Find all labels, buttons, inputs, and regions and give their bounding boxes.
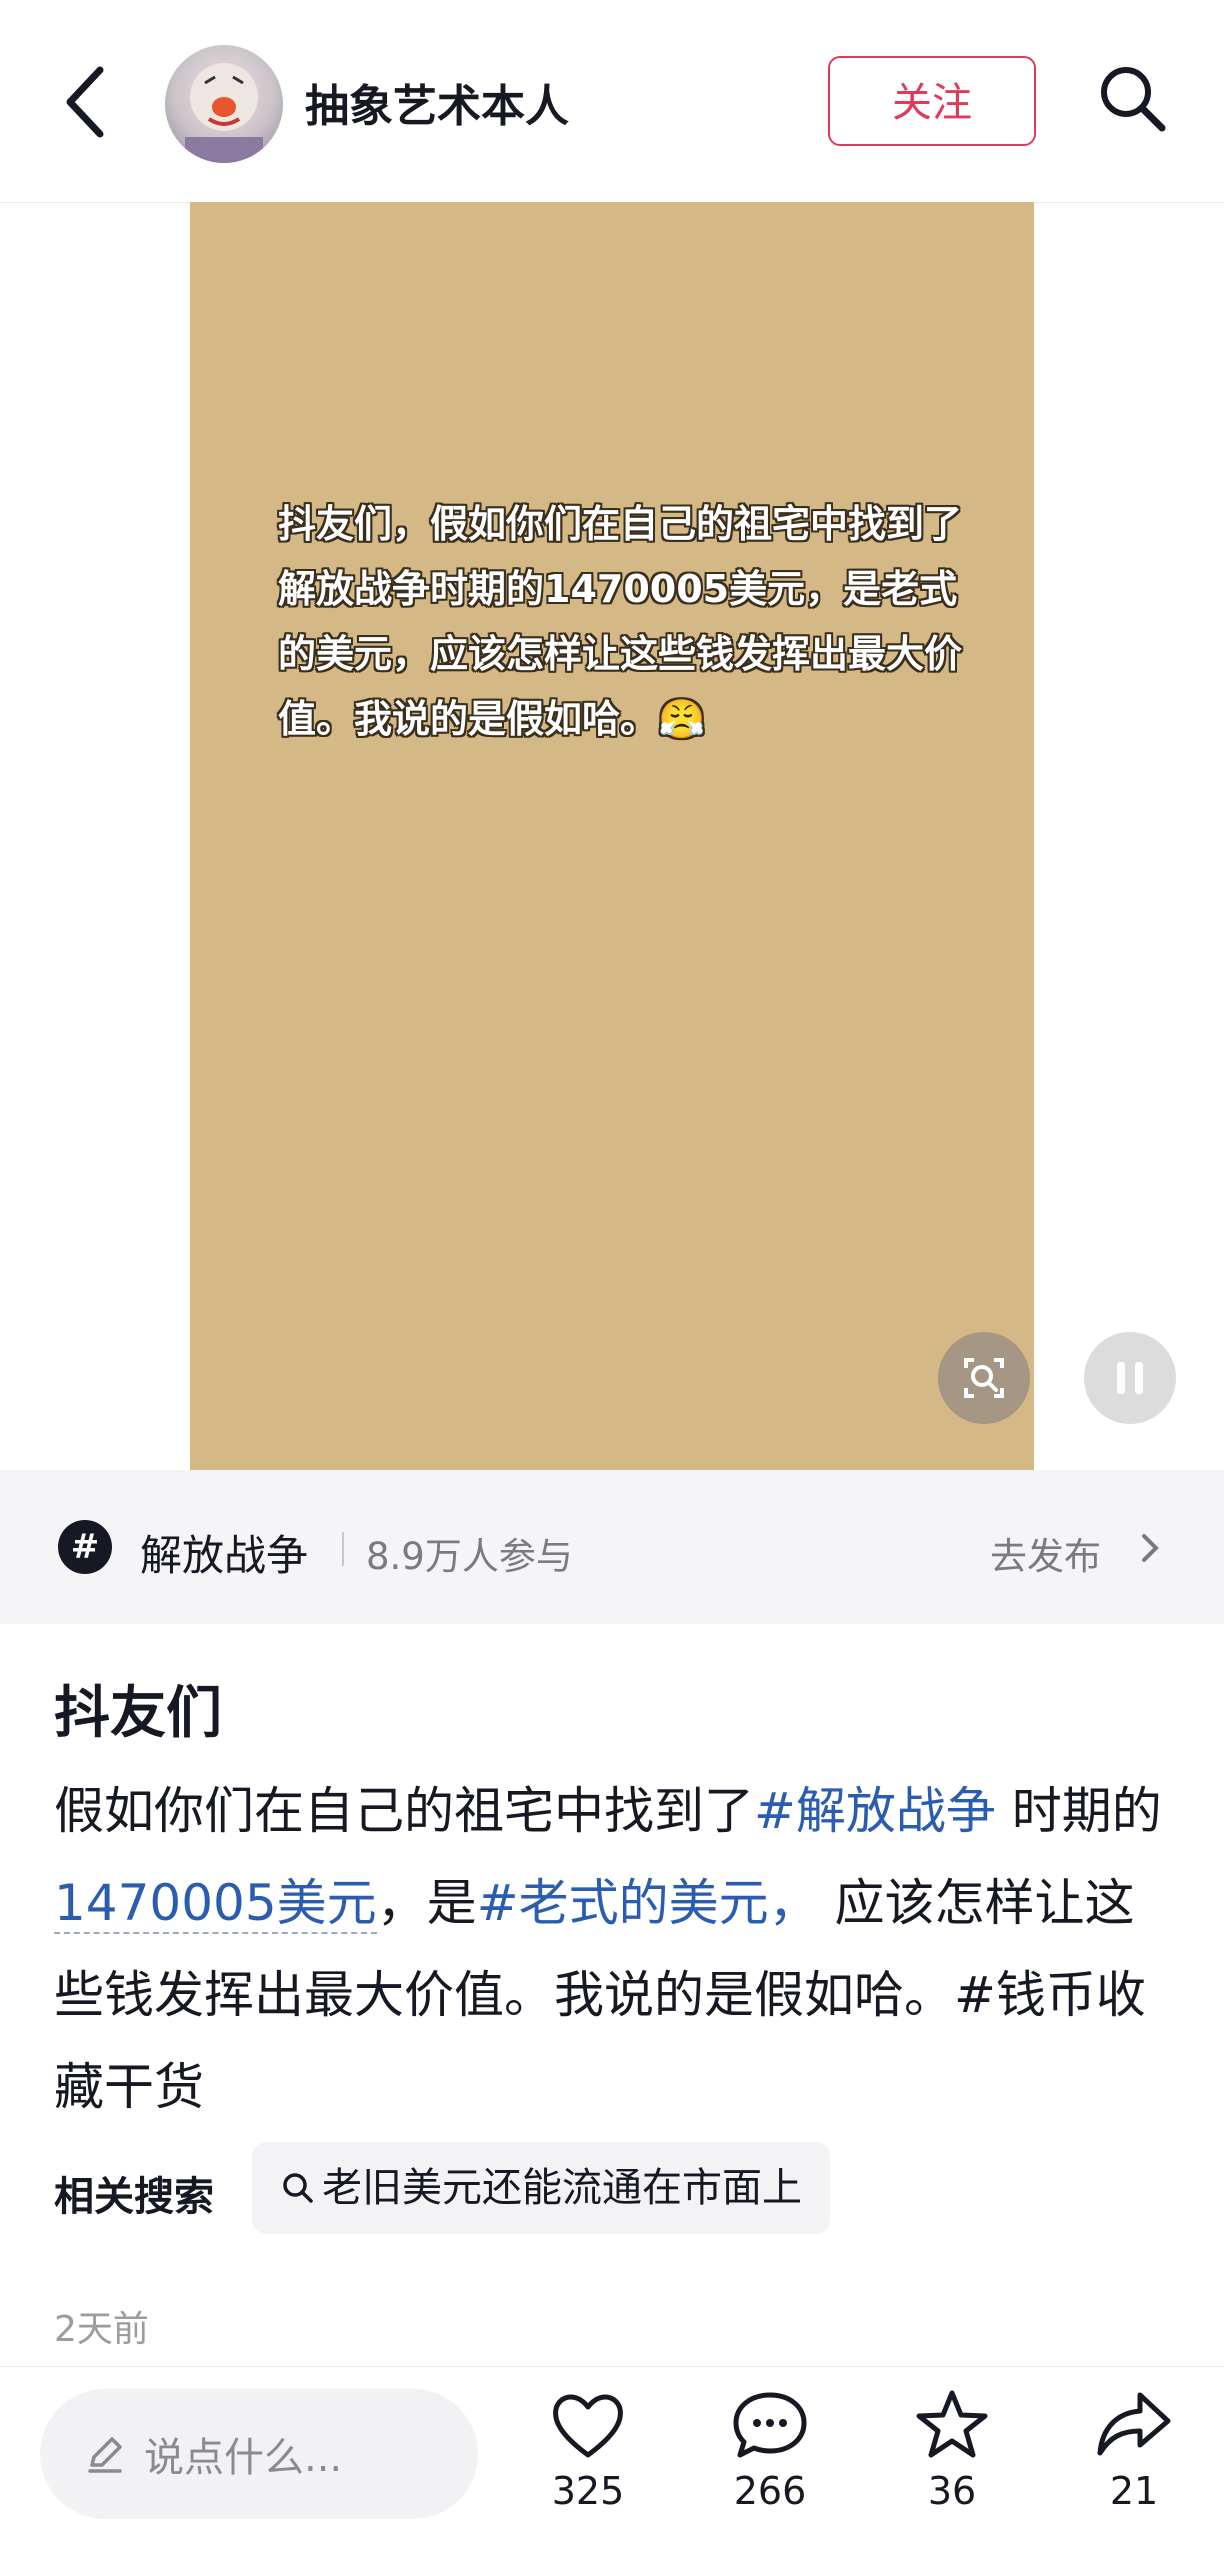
comment-bubble-icon (733, 2392, 807, 2458)
post-body: 假如你们在自己的祖宅中找到了#解放战争 时期的 1470005美元，是#老式的美元… (54, 1765, 1184, 2133)
comment-input[interactable]: 说点什么... (40, 2389, 478, 2519)
search-icon (283, 2173, 313, 2203)
topic-participants: 8.9万人参与 (366, 1535, 573, 1578)
image-search-icon[interactable] (938, 1332, 1030, 1424)
image-caption: 抖友们，假如你们在自己的祖宅中找到了解放战争时期的1470005美元，是老式的美… (278, 502, 963, 741)
bottom-action-bar: 说点什么... 325 266 36 21 (0, 2366, 1224, 2567)
post-time: 2天前 (54, 2309, 149, 2350)
comment-placeholder: 说点什么... (144, 2435, 343, 2481)
keyword-link[interactable]: 1470005美元 (54, 1874, 377, 1934)
share-count: 21 (1109, 2469, 1159, 2513)
hashtag-link[interactable]: #老式的美元， (477, 1874, 819, 1932)
favorite-button[interactable]: 36 (882, 2387, 1022, 2513)
post-text: ，是 (376, 1874, 477, 1932)
author-name[interactable]: 抽象艺术本人 (305, 70, 569, 134)
post-title: 抖友们 (54, 1681, 222, 1746)
related-search-query: 老旧美元还能流通在市面上 (322, 2165, 802, 2211)
share-arrow-icon (1097, 2392, 1171, 2456)
related-search-chip[interactable]: 老旧美元还能流通在市面上 (252, 2142, 830, 2234)
star-icon (916, 2390, 988, 2458)
topic-name[interactable]: 解放战争 (140, 1522, 308, 1583)
post-text: 假如你们在自己的祖宅中找到了 (54, 1782, 754, 1840)
comment-count: 266 (733, 2469, 807, 2513)
share-button[interactable]: 21 (1064, 2387, 1204, 2513)
divider (342, 1532, 344, 1566)
like-count: 325 (551, 2469, 625, 2513)
follow-button[interactable]: 关注 (828, 56, 1036, 146)
hashtag-link[interactable]: #解放战争 (754, 1782, 996, 1840)
topic-bar[interactable]: # 解放战争 8.9万人参与 去发布 (0, 1470, 1224, 1624)
search-icon[interactable] (1092, 58, 1172, 138)
chevron-right-icon[interactable] (1136, 1528, 1166, 1568)
heart-icon (553, 2394, 623, 2458)
related-search-label: 相关搜索 (54, 2174, 214, 2220)
top-header: 抽象艺术本人 关注 (0, 0, 1224, 203)
like-button[interactable]: 325 (518, 2387, 658, 2513)
author-avatar[interactable] (165, 45, 283, 163)
publish-link[interactable]: 去发布 (990, 1526, 1101, 1580)
post-text: 时期的 (995, 1782, 1162, 1840)
post-image[interactable]: 抖友们，假如你们在自己的祖宅中找到了解放战争时期的1470005美元，是老式的美… (190, 202, 1034, 1470)
hashtag-icon: # (58, 1520, 112, 1574)
favorite-count: 36 (927, 2469, 977, 2513)
comment-button[interactable]: 266 (700, 2387, 840, 2513)
back-arrow-icon[interactable] (58, 62, 118, 142)
pencil-icon (88, 2437, 122, 2473)
pause-icon[interactable] (1084, 1332, 1176, 1424)
